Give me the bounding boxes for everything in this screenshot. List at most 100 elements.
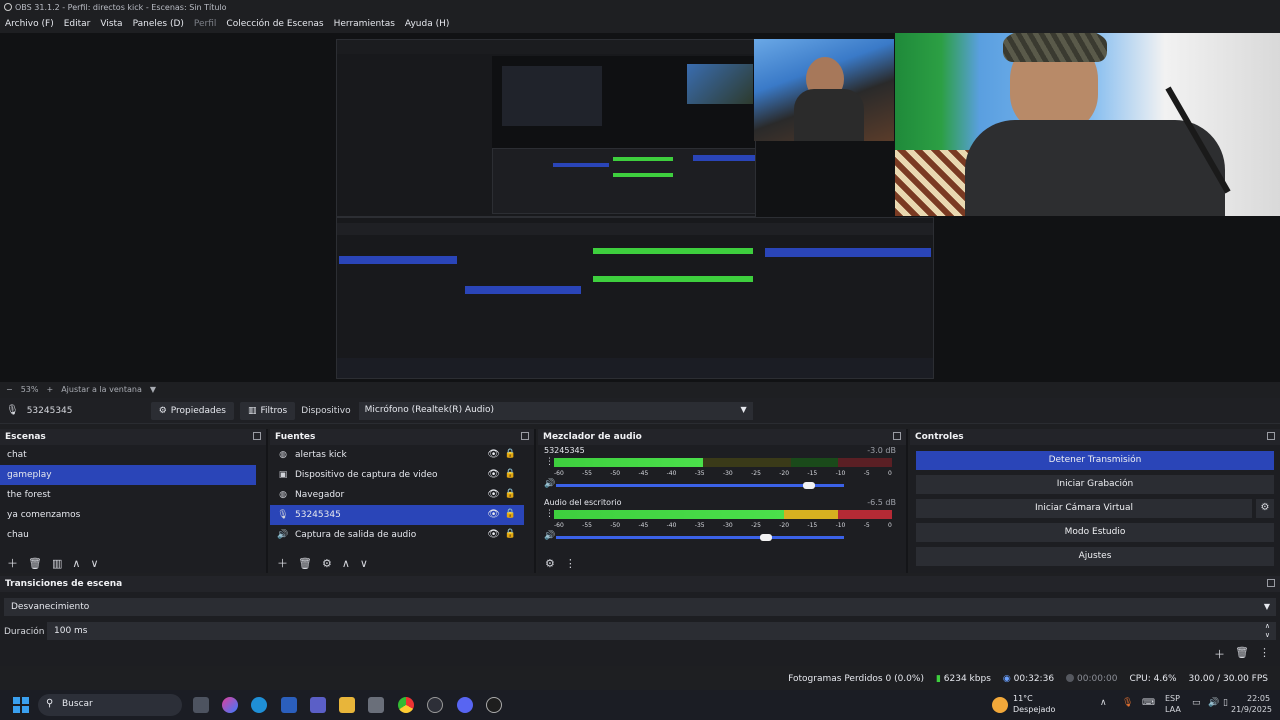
weather-desc[interactable]: Despejado [1013,705,1055,714]
trash-icon[interactable]: 🗑 [1235,646,1249,662]
menu-herramientas[interactable]: Herramientas [334,19,395,29]
duration-label: Duración [4,627,45,637]
teams-icon[interactable] [310,697,326,713]
studio-mode-button[interactable]: Modo Estudio [916,523,1274,542]
menu-coleccion-escenas[interactable]: Colección de Escenas [226,19,323,29]
move-down-icon[interactable]: ∨ [360,557,368,570]
start-virtual-camera-button[interactable]: Iniciar Cámara Virtual [916,499,1252,518]
eye-icon[interactable]: 👁 [487,509,500,520]
language-layout[interactable]: LAA [1165,705,1181,714]
windows-start-icon[interactable] [13,697,29,713]
filters-button[interactable]: ▥ Filtros [239,401,296,420]
discord-icon[interactable] [457,697,473,713]
device-select[interactable]: Micrófono (Realtek(R) Audio) ▼ [358,401,753,420]
battery-icon[interactable]: ▯ [1223,698,1228,708]
obs-taskbar-icon[interactable] [486,697,502,713]
language-code[interactable]: ESP [1165,694,1180,703]
kebab-menu-icon[interactable]: ⋮ [545,509,554,519]
undock-icon[interactable] [253,432,261,440]
settings-button[interactable]: Ajustes [916,547,1274,566]
display-icon[interactable]: ▭ [1192,698,1201,708]
volume-knob[interactable] [760,534,773,541]
source-item[interactable]: ◍ Navegador 👁 🔒 [270,485,524,505]
menu-vista[interactable]: Vista [100,19,122,29]
kebab-menu-icon[interactable]: ⋮ [1259,646,1270,662]
virtual-camera-settings-gear-icon[interactable]: ⚙ [1256,499,1274,518]
speaker-icon[interactable]: 🔊 [544,479,555,489]
volume-slider[interactable] [556,482,844,489]
lock-icon[interactable]: 🔒 [505,529,516,539]
edge-icon[interactable] [251,697,267,713]
keyboard-icon[interactable]: ⌨ [1142,698,1155,708]
scene-item-chau[interactable]: chau [0,525,256,545]
task-view-icon[interactable] [193,697,209,713]
weather-temp[interactable]: 11°C [1013,694,1033,703]
zoom-dropdown-icon[interactable]: ▼ [150,385,156,394]
file-explorer-icon[interactable] [339,697,355,713]
transition-select[interactable]: Desvanecimiento ▼ [4,598,1276,616]
menu-ayuda[interactable]: Ayuda (H) [405,19,449,29]
capcut-icon[interactable] [427,697,443,713]
menu-archivo[interactable]: Archivo (F) [5,19,54,29]
word-icon[interactable] [281,697,297,713]
stop-streaming-button[interactable]: Detener Transmisión [916,451,1274,470]
source-item[interactable]: 🎙 53245345 👁 🔒 [270,505,524,525]
scene-item-the-forest[interactable]: the forest [0,485,256,505]
fit-window-button[interactable]: Ajustar a la ventana [61,385,142,394]
spinner-icon[interactable]: ∧ ∨ [1265,622,1270,640]
add-icon[interactable]: ＋ [7,555,18,571]
zoom-out-button[interactable]: − [6,385,13,394]
undock-icon[interactable] [893,432,901,440]
lock-icon[interactable]: 🔒 [505,489,516,499]
chevron-up-icon[interactable]: ∧ [1100,698,1107,708]
gear-icon[interactable]: ⚙ [322,557,332,570]
menu-paneles[interactable]: Paneles (D) [133,19,184,29]
chrome-icon[interactable] [398,697,414,713]
speaker-icon[interactable]: 🔊 [544,531,555,541]
advanced-audio-icon[interactable]: ⚙ [545,557,555,570]
scene-item-ya-comenzamos[interactable]: ya comenzamos [0,505,256,525]
source-item[interactable]: ◍ alertas kick 👁 🔒 [270,445,524,465]
move-up-icon[interactable]: ∧ [342,557,350,570]
eye-icon[interactable]: 👁 [487,469,500,480]
properties-button[interactable]: ⚙ Propiedades [150,401,234,420]
add-icon[interactable]: ＋ [277,555,288,571]
trash-icon[interactable]: 🗑 [298,557,312,570]
duration-input[interactable]: 100 ms ∧ ∨ [47,622,1276,640]
zoom-in-button[interactable]: + [46,385,53,394]
undock-icon[interactable] [1267,579,1275,587]
camera-app-icon[interactable] [368,697,384,713]
volume-knob[interactable] [803,482,816,489]
eye-icon[interactable]: 👁 [487,449,500,460]
menu-editar[interactable]: Editar [64,19,91,29]
scene-item-chat[interactable]: chat [0,445,256,465]
start-recording-button[interactable]: Iniciar Grabación [916,475,1274,494]
scene-item-gameplay[interactable]: gameplay [0,465,256,485]
clock-date[interactable]: 21/9/2025 [1231,705,1272,714]
lock-icon[interactable]: 🔒 [505,449,516,459]
lock-icon[interactable]: 🔒 [505,509,516,519]
source-item[interactable]: ▣ Dispositivo de captura de video 👁 🔒 [270,465,524,485]
menu-perfil[interactable]: Perfil [194,19,217,29]
trash-icon[interactable]: 🗑 [28,557,42,570]
preview-canvas[interactable] [0,33,1280,382]
kebab-menu-icon[interactable]: ⋮ [565,557,576,570]
chevron-down-icon: ▼ [1263,602,1270,611]
microphone-tray-icon[interactable]: 🎙 [1122,698,1133,708]
undock-icon[interactable] [1267,432,1275,440]
move-up-icon[interactable]: ∧ [72,557,80,570]
source-item[interactable]: 🔊 Captura de salida de audio 👁 🔒 [270,525,524,545]
taskbar-search[interactable]: ⚲ Buscar [38,694,182,716]
eye-icon[interactable]: 👁 [487,529,500,540]
volume-tray-icon[interactable]: 🔊 [1208,698,1219,708]
scene-filter-icon[interactable]: ▥ [52,557,62,570]
move-down-icon[interactable]: ∨ [90,557,98,570]
add-icon[interactable]: ＋ [1214,646,1225,662]
copilot-icon[interactable] [222,697,238,713]
lock-icon[interactable]: 🔒 [505,469,516,479]
volume-slider[interactable] [556,534,844,541]
clock-time[interactable]: 22:05 [1247,694,1270,703]
undock-icon[interactable] [521,432,529,440]
kebab-menu-icon[interactable]: ⋮ [545,457,554,467]
eye-icon[interactable]: 👁 [487,489,500,500]
